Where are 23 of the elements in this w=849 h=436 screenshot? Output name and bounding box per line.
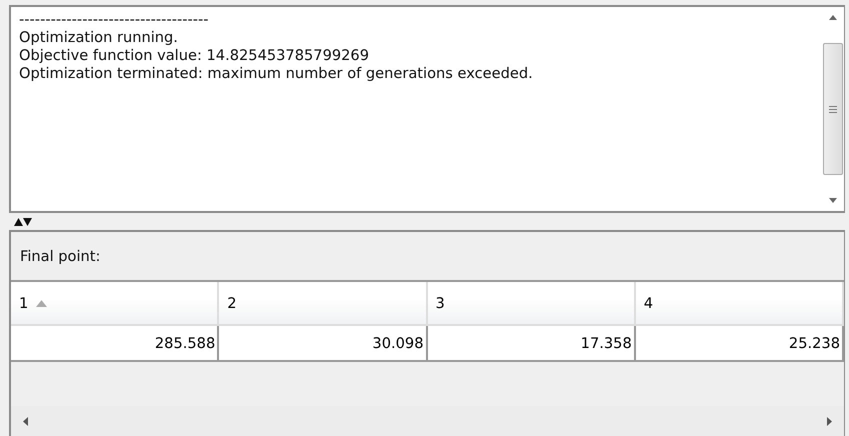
column-header[interactable]: 1 — [11, 282, 220, 326]
grip-icon — [829, 106, 837, 112]
scroll-left-icon[interactable] — [23, 416, 28, 426]
column-header[interactable]: 2 — [219, 282, 428, 326]
table-cell: 285.588 — [11, 326, 220, 362]
table-cell: 25.238 — [636, 326, 844, 362]
scroll-down-icon[interactable] — [829, 198, 837, 203]
column-header[interactable]: 3 — [428, 282, 636, 326]
log-line: Objective function value: 14.825453785799269 — [19, 47, 370, 65]
scroll-thumb[interactable] — [823, 43, 843, 175]
scroll-up-icon[interactable] — [829, 15, 837, 20]
column-label: 2 — [227, 294, 237, 312]
column-label: 4 — [644, 294, 654, 312]
column-header[interactable]: 4 — [636, 282, 844, 326]
table-cell: 30.098 — [219, 326, 428, 362]
log-line: Optimization terminated: maximum number of generations exceeded. — [19, 65, 534, 83]
log-line: Optimization running. — [19, 29, 179, 47]
column-label: 1 — [19, 294, 28, 312]
column-label: 3 — [436, 294, 445, 312]
log-line: ------------------------------------ — [19, 11, 210, 29]
table-cell: 17.358 — [428, 326, 636, 362]
splitter-arrows-icon[interactable] — [14, 218, 32, 226]
scroll-right-icon[interactable] — [827, 416, 832, 426]
